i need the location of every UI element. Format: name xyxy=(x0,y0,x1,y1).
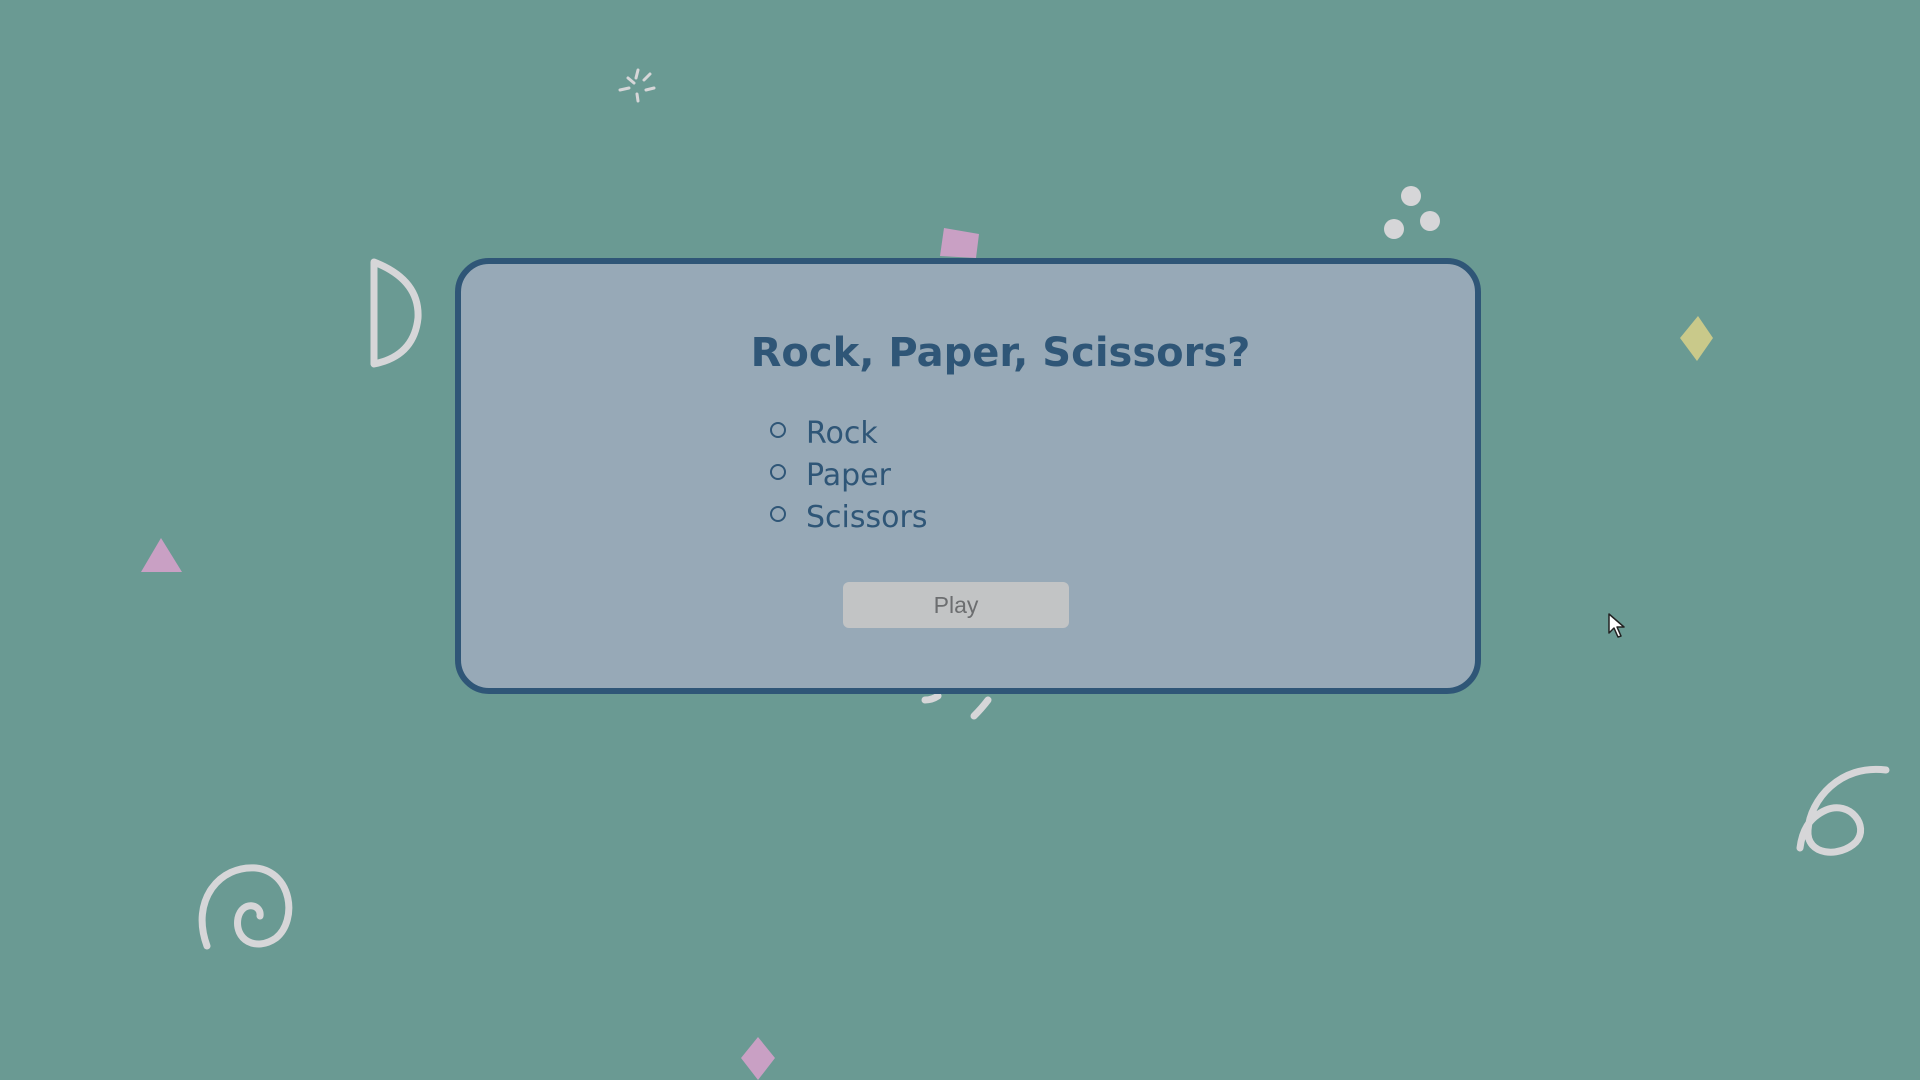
pink-diamond-icon xyxy=(741,1037,775,1080)
half-circle-icon xyxy=(370,258,422,368)
sparkle-icon xyxy=(618,68,656,103)
choice-list: Rock Paper Scissors xyxy=(770,412,927,538)
yellow-diamond-icon xyxy=(1680,316,1713,361)
scissors-radio[interactable] xyxy=(770,506,786,522)
mouse-cursor-icon xyxy=(1608,613,1625,638)
play-button[interactable]: Play xyxy=(843,582,1069,628)
pink-triangle-icon xyxy=(141,538,182,572)
curl-icon xyxy=(1796,765,1890,856)
option-paper-label: Paper xyxy=(806,457,891,493)
game-card: Rock, Paper, Scissors? Rock Paper Scisso… xyxy=(455,258,1481,694)
option-scissors-label: Scissors xyxy=(806,499,928,535)
paper-radio[interactable] xyxy=(770,464,786,480)
pink-square-icon xyxy=(940,228,979,258)
option-rock-label: Rock xyxy=(806,415,878,451)
spiral-icon xyxy=(198,864,293,950)
option-scissors[interactable]: Scissors xyxy=(770,496,927,538)
option-paper[interactable]: Paper xyxy=(770,454,927,496)
rock-radio[interactable] xyxy=(770,422,786,438)
squiggle-icon xyxy=(921,692,992,720)
game-title: Rock, Paper, Scissors? xyxy=(750,330,1251,376)
dots-icon xyxy=(1384,186,1440,239)
option-rock[interactable]: Rock xyxy=(770,412,927,454)
